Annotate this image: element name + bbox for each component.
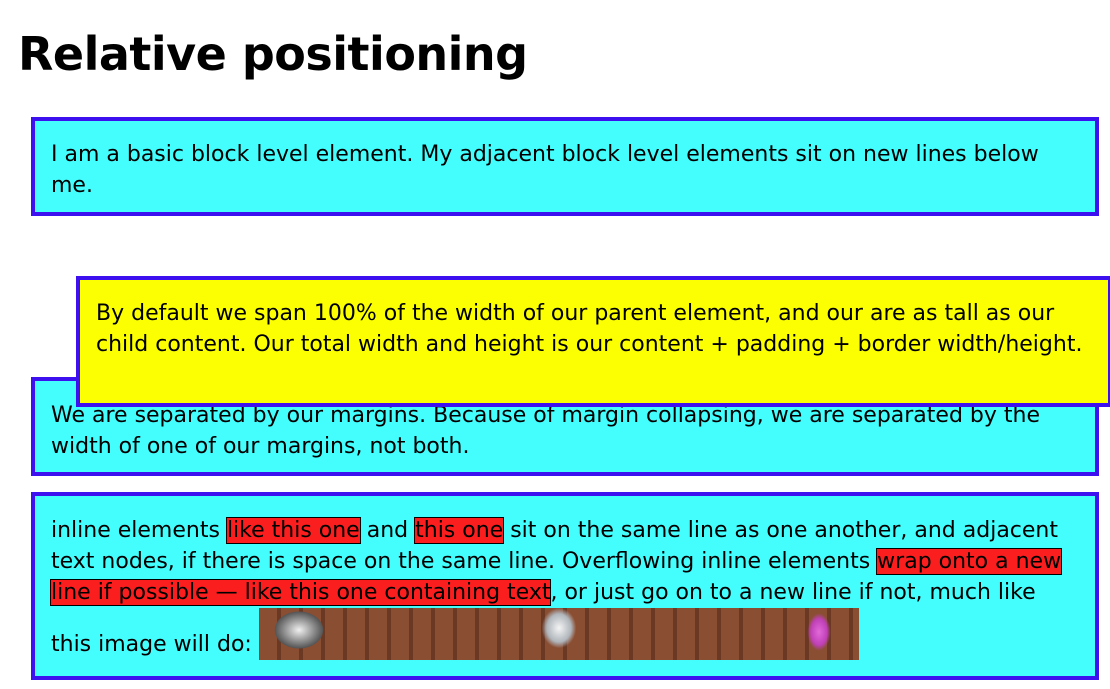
inline-text-segment: inline elements xyxy=(51,518,227,543)
inline-element-like-this-one: like this one xyxy=(225,517,361,544)
block-element-relative-text: By default we span 100% of the width of … xyxy=(96,301,1083,357)
block-element-relative-positioned: By default we span 100% of the width of … xyxy=(76,276,1110,407)
photo-image xyxy=(258,608,859,660)
inline-element-this-one: this one xyxy=(414,517,505,544)
block-element-inline-demo: inline elements like this one and this o… xyxy=(31,492,1099,680)
block-element-margins-text: We are separated by our margins. Because… xyxy=(51,403,1040,459)
block-element-basic: I am a basic block level element. My adj… xyxy=(31,117,1099,216)
inline-text-segment: and xyxy=(359,518,416,543)
page-title: Relative positioning xyxy=(18,27,528,81)
block-element-basic-text: I am a basic block level element. My adj… xyxy=(51,142,1039,198)
